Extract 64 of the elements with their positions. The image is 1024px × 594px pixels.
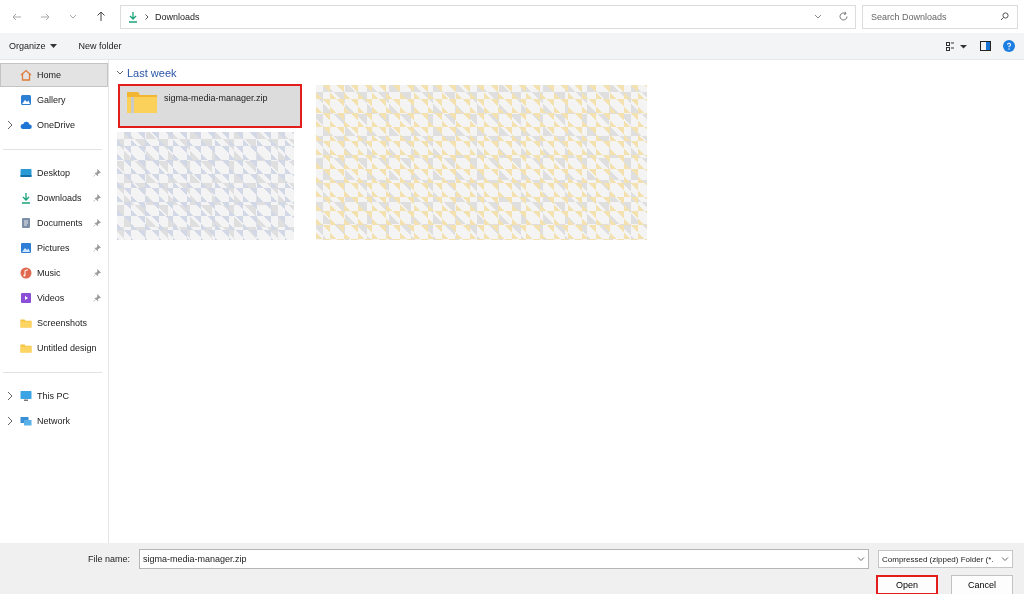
network-icon <box>20 415 32 427</box>
dropdown-icon[interactable] <box>1001 556 1009 562</box>
file-name-label: File name: <box>88 554 131 564</box>
pin-icon[interactable] <box>93 294 101 302</box>
dropdown-icon[interactable] <box>814 13 822 20</box>
file-type-dropdown[interactable]: Compressed (zipped) Folder (*. <box>878 550 1013 568</box>
caret-icon[interactable] <box>49 44 57 48</box>
arrow-right-icon[interactable] <box>40 11 50 22</box>
house-icon <box>20 69 32 81</box>
image-icon <box>20 242 32 254</box>
folder-icon <box>20 342 32 354</box>
new-folder-button[interactable]: New folder <box>78 41 122 51</box>
folder-icon <box>20 317 32 329</box>
sidebar-item[interactable]: Desktop <box>0 161 108 185</box>
pin-icon[interactable] <box>93 169 101 177</box>
sidebar-item[interactable]: Network <box>0 409 108 433</box>
desktop-icon <box>20 167 32 179</box>
help-icon[interactable] <box>1003 40 1015 52</box>
sidebar-item[interactable]: Gallery <box>0 88 108 112</box>
cancel-button[interactable]: Cancel <box>951 575 1013 594</box>
search-icon[interactable] <box>1000 12 1009 21</box>
music-note-icon <box>20 267 32 279</box>
zip-folder-icon <box>126 90 158 114</box>
sidebar-item[interactable]: Documents <box>0 211 108 235</box>
preview-pane-icon[interactable] <box>980 41 991 51</box>
sidebar-item[interactable]: OneDrive <box>0 113 108 137</box>
chevron-icon[interactable] <box>7 417 13 425</box>
file-tile[interactable]: sigma-media-manager.zip <box>118 84 302 128</box>
download-icon <box>127 10 139 23</box>
search-field[interactable]: Search Downloads <box>862 4 1018 29</box>
arrow-left-icon[interactable] <box>12 11 22 22</box>
chevron-icon[interactable] <box>117 69 123 77</box>
sidebar-item[interactable]: Downloads <box>0 186 108 210</box>
image-icon <box>20 94 32 106</box>
chevron-down-icon[interactable] <box>69 13 77 20</box>
sidebar-item[interactable]: Videos <box>0 286 108 310</box>
cloud-icon <box>20 119 32 131</box>
address-bar[interactable]: Downloads <box>120 4 856 29</box>
group-header[interactable]: Last week <box>127 67 177 79</box>
organize-menu[interactable]: Organize <box>9 41 57 51</box>
pin-icon[interactable] <box>93 219 101 227</box>
sidebar-item[interactable]: Home <box>0 63 108 87</box>
pin-icon[interactable] <box>93 269 101 277</box>
breadcrumb[interactable]: Downloads <box>155 11 200 22</box>
sidebar-item[interactable]: Screenshots <box>0 311 108 335</box>
sidebar-item[interactable]: Pictures <box>0 236 108 260</box>
download-icon <box>20 192 32 204</box>
document-icon <box>20 217 32 229</box>
dropdown-icon[interactable] <box>857 556 865 562</box>
open-button[interactable]: Open <box>876 575 938 594</box>
arrow-up-icon[interactable] <box>96 11 106 22</box>
sidebar-item[interactable]: This PC <box>0 384 108 408</box>
video-icon <box>20 292 32 304</box>
chevron-icon <box>145 13 149 20</box>
pin-icon[interactable] <box>93 194 101 202</box>
monitor-icon <box>20 390 32 402</box>
file-name-field[interactable]: sigma-media-manager.zip <box>139 549 869 569</box>
pin-icon[interactable] <box>93 244 101 252</box>
refresh-icon[interactable] <box>838 11 849 22</box>
chevron-icon[interactable] <box>7 392 13 400</box>
view-options-icon[interactable] <box>946 41 968 51</box>
sidebar-item[interactable]: Untitled design <box>0 336 108 360</box>
sidebar-item[interactable]: Music <box>0 261 108 285</box>
chevron-icon[interactable] <box>7 121 13 129</box>
